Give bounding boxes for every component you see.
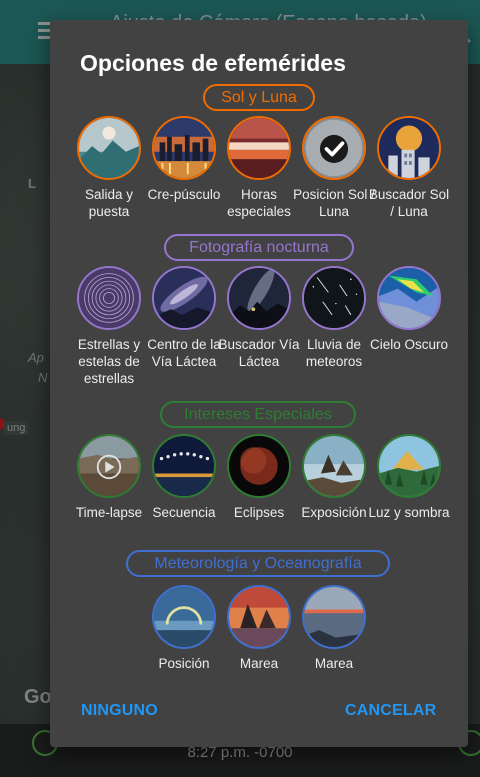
option-label: Centro de la Vía Láctea: [147, 337, 221, 369]
tide-shore-icon: [302, 585, 366, 649]
exposure-seascape-icon: [302, 434, 366, 498]
option-label: Marea: [239, 656, 279, 671]
timelapse-play-icon: [77, 434, 141, 498]
section-label-meteorologia-oceanografia: Meteorología y Oceanografía: [126, 550, 390, 577]
dialog-title: Opciones de efemérides: [80, 50, 346, 76]
option-label: Cre-púsculo: [147, 187, 221, 202]
star-trails-icon: [77, 266, 141, 330]
cancel-button[interactable]: CANCELAR: [345, 702, 436, 720]
city-twilight-icon: [152, 116, 216, 180]
option-label: Eclipses: [233, 505, 285, 520]
option-label: Salida y puesta: [84, 187, 134, 219]
tide-rocks-icon: [227, 585, 291, 649]
option-label: Buscador Vía Láctea: [218, 337, 300, 369]
section-label-sol-luna: Sol y Luna: [203, 84, 315, 111]
option-label: Estrellas y estelas de estrellas: [77, 337, 141, 386]
option-label: Time-lapse: [75, 505, 143, 520]
milky-way-center-icon: [152, 266, 216, 330]
dark-sky-map-icon: [377, 266, 441, 330]
option-label: Buscador Sol / Luna: [368, 187, 450, 219]
section-label-intereses-especiales: Intereses Especiales: [160, 401, 356, 428]
checkmark-selected-icon: [302, 116, 366, 180]
section-label-fotografia-nocturna: Fotografía nocturna: [164, 234, 354, 261]
eclipse-moon-icon: [227, 434, 291, 498]
option-label: Horas especiales: [227, 187, 291, 219]
none-button[interactable]: NINGUNO: [81, 702, 158, 720]
rainbow-position-icon: [152, 585, 216, 649]
option-label: Cielo Oscuro: [369, 337, 449, 352]
sunset-clouds-icon: [227, 116, 291, 180]
meteor-shower-icon: [302, 266, 366, 330]
option-label: Luz y sombra: [368, 505, 450, 520]
moonrise-mountains-icon: [77, 116, 141, 180]
option-label: Posición: [158, 656, 210, 671]
light-shadow-valley-icon: [377, 434, 441, 498]
option-label: Posicion Sol / Luna: [293, 187, 375, 219]
option-label: Lluvia de meteoros: [305, 337, 363, 369]
option-label: Marea: [314, 656, 354, 671]
option-label: Exposición: [301, 505, 367, 520]
milky-way-finder-icon: [227, 266, 291, 330]
sequence-bridge-icon: [152, 434, 216, 498]
ephemeris-options-dialog: Opciones de efemérides Sol y Luna Salida…: [50, 20, 468, 747]
moon-building-icon: [377, 116, 441, 180]
option-label: Secuencia: [152, 505, 216, 520]
